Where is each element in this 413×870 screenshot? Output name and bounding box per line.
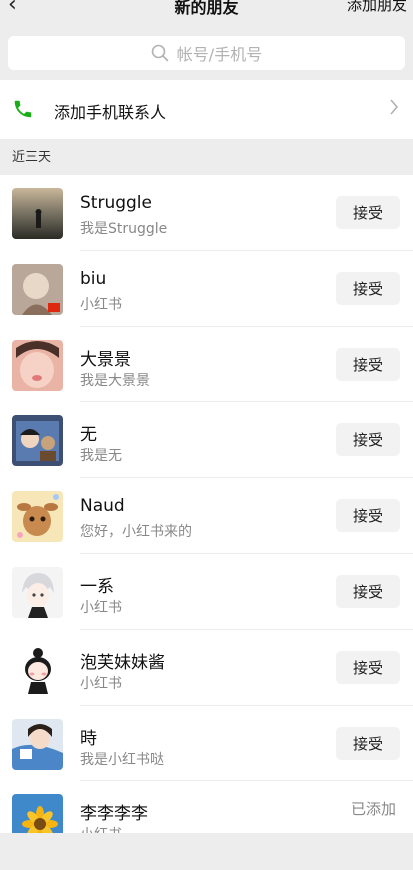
request-name: 泡芙妹妹酱 — [80, 652, 165, 673]
accept-button[interactable]: 接受 — [336, 574, 400, 608]
list-item[interactable]: Naud 您好，小红书来的 接受 — [0, 478, 413, 554]
accept-button[interactable]: 接受 — [336, 196, 400, 229]
list-item[interactable]: 時 我是小红书哒 接受 — [0, 706, 413, 782]
avatar — [12, 642, 63, 694]
add-friend-button[interactable]: 添加朋友 — [347, 0, 407, 15]
avatar — [12, 794, 63, 833]
accept-button[interactable]: 接受 — [336, 499, 400, 533]
accept-button[interactable]: 接受 — [336, 423, 400, 457]
avatar — [12, 339, 63, 391]
request-name: Struggle — [80, 193, 152, 213]
request-name: 一系 — [80, 576, 114, 597]
request-message: 我是无 — [80, 448, 122, 465]
request-name: 時 — [80, 728, 97, 749]
add-phone-contacts-label: 添加手机联系人 — [54, 103, 167, 122]
request-message: 小红书 — [80, 599, 122, 616]
list-item[interactable]: 一系 小红书 接受 — [0, 554, 413, 630]
search-placeholder: 帐号/手机号 — [176, 45, 263, 64]
request-message: 小红书 — [80, 824, 122, 833]
request-name: Naud — [80, 496, 125, 517]
avatar — [12, 718, 63, 770]
navigation-bar: ‹ 新的朋友 添加朋友 — [0, 0, 413, 26]
request-name: 无 — [80, 425, 97, 446]
list-item[interactable]: 泡芙妹妹酱 小红书 接受 — [0, 630, 413, 706]
avatar — [12, 566, 63, 618]
bottom-bar — [0, 833, 413, 870]
accept-button[interactable]: 接受 — [336, 650, 400, 684]
request-message: 您好，小红书来的 — [80, 524, 192, 541]
avatar — [12, 263, 63, 315]
list-item[interactable]: biu 小红书 接受 — [0, 251, 413, 327]
added-status: 已添加 — [350, 800, 396, 819]
request-message: 小红书 — [80, 296, 122, 313]
request-message: 我是小红书哒 — [80, 751, 164, 768]
list-item[interactable]: Struggle 我是Struggle 接受 — [0, 175, 413, 251]
phone-icon — [14, 100, 32, 118]
list-item[interactable]: 无 我是无 接受 — [0, 402, 413, 479]
request-message: 小红书 — [80, 675, 122, 692]
list-item[interactable]: 大景景 我是大景景 接受 — [0, 327, 413, 403]
avatar — [12, 188, 63, 239]
avatar — [12, 491, 63, 543]
request-name: 大景景 — [80, 349, 131, 370]
section-header: 近三天 — [0, 139, 413, 175]
avatar — [12, 415, 63, 467]
chevron-right-icon — [390, 99, 399, 115]
search-input[interactable]: 帐号/手机号 — [8, 36, 405, 70]
friend-request-list: Struggle 我是Struggle 接受 biu 小红书 接受 大景景 我是… — [0, 175, 413, 833]
accept-button[interactable]: 接受 — [336, 347, 400, 381]
list-item[interactable]: 李李李李 小红书 已添加 — [0, 781, 413, 833]
search-icon — [151, 44, 169, 62]
request-name: biu — [80, 268, 107, 289]
request-name: 李李李李 — [80, 804, 148, 825]
request-message: 我是大景景 — [80, 372, 150, 389]
accept-button[interactable]: 接受 — [336, 726, 400, 760]
add-phone-contacts-row[interactable]: 添加手机联系人 — [0, 80, 413, 139]
request-message: 我是Struggle — [80, 221, 168, 237]
accept-button[interactable]: 接受 — [336, 271, 400, 305]
search-area: 帐号/手机号 — [0, 26, 413, 80]
